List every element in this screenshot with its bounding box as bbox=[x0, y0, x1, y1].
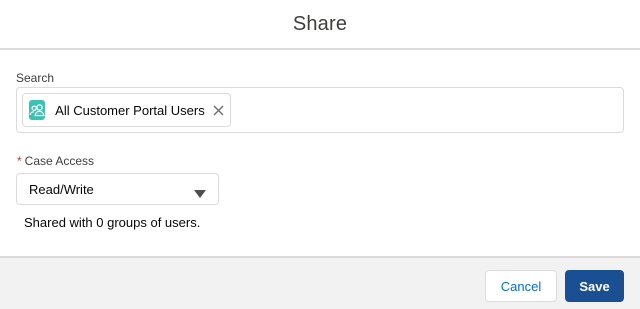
shared-summary: Shared with 0 groups of users. bbox=[24, 215, 201, 230]
modal-footer: Cancel Save bbox=[0, 256, 640, 309]
selected-group-pill[interactable]: All Customer Portal Users bbox=[22, 93, 231, 127]
case-access-value: Read/Write bbox=[29, 181, 94, 197]
search-label: Search bbox=[16, 71, 55, 85]
users-group-icon bbox=[29, 100, 46, 120]
cancel-button[interactable]: Cancel bbox=[485, 270, 557, 302]
save-button[interactable]: Save bbox=[565, 270, 624, 302]
required-marker: * bbox=[17, 154, 22, 168]
case-access-select[interactable]: Read/Write bbox=[16, 173, 219, 205]
modal-body: Search All Customer Portal Users * Case A… bbox=[0, 52, 640, 256]
chevron-down-icon bbox=[194, 185, 206, 198]
close-icon[interactable] bbox=[213, 103, 224, 117]
case-access-label-text: Case Access bbox=[24, 154, 95, 168]
modal-title: Share bbox=[292, 12, 348, 35]
case-access-label: * Case Access bbox=[17, 154, 94, 168]
modal-header: Share bbox=[0, 0, 640, 50]
pill-label: All Customer Portal Users bbox=[55, 102, 205, 118]
search-input[interactable]: All Customer Portal Users bbox=[16, 87, 624, 133]
